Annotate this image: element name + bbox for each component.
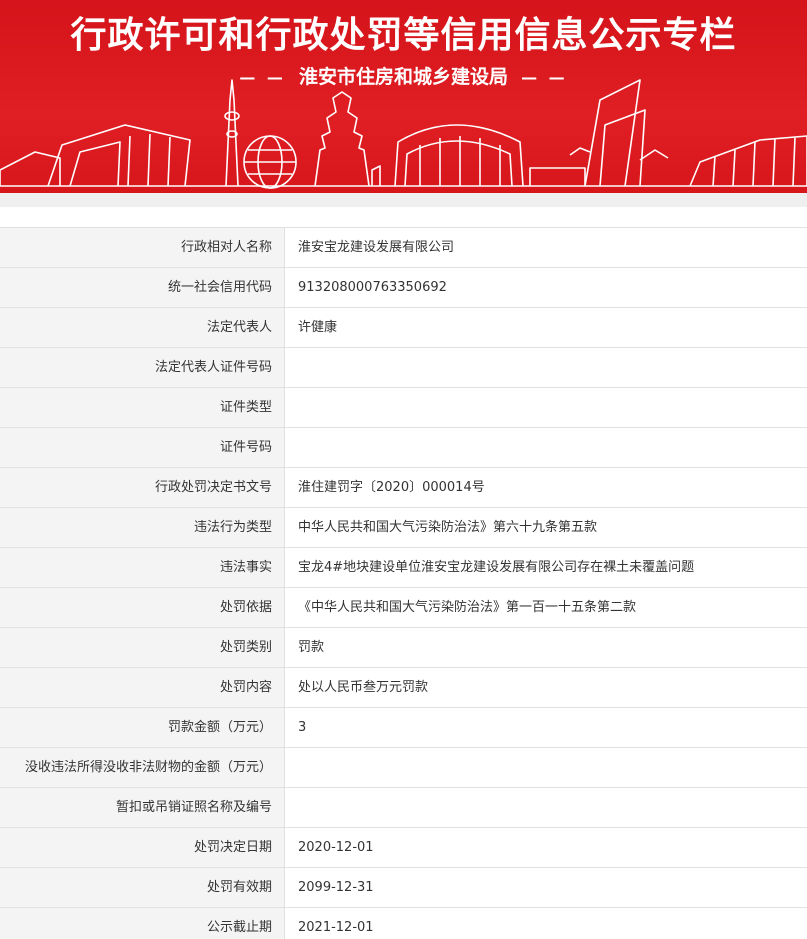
table-row: 法定代表人 许健康 <box>0 308 807 348</box>
stadium <box>394 124 524 187</box>
row-label: 公示截止期 <box>0 908 285 939</box>
row-label: 违法事实 <box>0 548 285 587</box>
row-label: 证件号码 <box>0 428 285 467</box>
row-label: 行政处罚决定书文号 <box>0 468 285 507</box>
row-value: 淮安宝龙建设发展有限公司 <box>298 240 455 255</box>
header-banner: 行政许可和行政处罚等信用信息公示专栏 — — 淮安市住房和城乡建设局 — — <box>0 0 807 193</box>
row-value: 许健康 <box>298 320 338 335</box>
row-label: 处罚依据 <box>0 588 285 627</box>
row-value: 2099-12-31 <box>298 880 374 895</box>
row-value: 2021-12-01 <box>298 920 374 935</box>
row-value: 913208000763350692 <box>298 280 447 295</box>
row-value: 3 <box>298 720 307 735</box>
row-label: 违法行为类型 <box>0 508 285 547</box>
sail-structure <box>584 79 641 187</box>
row-value: 宝龙4#地块建设单位淮安宝龙建设发展有限公司存在裸土未覆盖问题 <box>298 560 695 575</box>
row-value <box>285 428 807 467</box>
penalty-info-table: 行政相对人名称 淮安宝龙建设发展有限公司 统一社会信用代码 9132080007… <box>0 227 807 939</box>
table-row: 处罚有效期 2099-12-31 <box>0 868 807 908</box>
row-value: 《中华人民共和国大气污染防治法》第一百一十五条第二款 <box>298 600 637 615</box>
row-value: 中华人民共和国大气污染防治法》第六十九条第五款 <box>298 520 598 535</box>
row-label: 处罚类别 <box>0 628 285 667</box>
table-row: 公示截止期 2021-12-01 <box>0 908 807 939</box>
row-value: 2020-12-01 <box>298 840 374 855</box>
table-row: 处罚决定日期 2020-12-01 <box>0 828 807 868</box>
header-divider-strip <box>0 193 807 207</box>
table-row: 法定代表人证件号码 <box>0 348 807 388</box>
city-skyline-illustration <box>0 79 807 189</box>
left-building-1 <box>0 151 61 186</box>
row-label: 处罚内容 <box>0 668 285 707</box>
row-value: 淮住建罚字〔2020〕000014号 <box>298 480 485 495</box>
table-row: 行政处罚决定书文号 淮住建罚字〔2020〕000014号 <box>0 468 807 508</box>
row-value <box>285 388 807 427</box>
row-label: 证件类型 <box>0 388 285 427</box>
table-row: 罚款金额（万元） 3 <box>0 708 807 748</box>
row-label: 法定代表人证件号码 <box>0 348 285 387</box>
row-value <box>285 748 807 787</box>
banner-title: 行政许可和行政处罚等信用信息公示专栏 <box>70 15 737 56</box>
row-label: 暂扣或吊销证照名称及编号 <box>0 788 285 827</box>
table-row: 违法事实 宝龙4#地块建设单位淮安宝龙建设发展有限公司存在裸土未覆盖问题 <box>0 548 807 588</box>
row-label: 统一社会信用代码 <box>0 268 285 307</box>
table-row: 处罚类别 罚款 <box>0 628 807 668</box>
row-label: 法定代表人 <box>0 308 285 347</box>
table-row: 行政相对人名称 淮安宝龙建设发展有限公司 <box>0 228 807 268</box>
right-building <box>689 135 807 187</box>
row-label: 处罚有效期 <box>0 868 285 907</box>
table-row: 证件类型 <box>0 388 807 428</box>
row-label: 行政相对人名称 <box>0 228 285 267</box>
table-row: 没收违法所得没收非法财物的金额（万元） <box>0 748 807 788</box>
row-value: 处以人民币叁万元罚款 <box>298 680 429 695</box>
page: 行政许可和行政处罚等信用信息公示专栏 — — 淮安市住房和城乡建设局 — — 行… <box>0 0 807 939</box>
row-value <box>285 348 807 387</box>
table-row: 违法行为类型 中华人民共和国大气污染防治法》第六十九条第五款 <box>0 508 807 548</box>
row-value: 罚款 <box>298 640 325 655</box>
table-row: 统一社会信用代码 913208000763350692 <box>0 268 807 308</box>
table-row: 处罚内容 处以人民币叁万元罚款 <box>0 668 807 708</box>
left-building-3 <box>69 141 121 187</box>
table-row: 处罚依据 《中华人民共和国大气污染防治法》第一百一十五条第二款 <box>0 588 807 628</box>
table-row: 证件号码 <box>0 428 807 468</box>
row-value <box>285 788 807 827</box>
pagoda <box>314 91 370 187</box>
row-label: 没收违法所得没收非法财物的金额（万元） <box>0 748 285 787</box>
row-label: 罚款金额（万元） <box>0 708 285 747</box>
row-label: 处罚决定日期 <box>0 828 285 867</box>
table-row: 暂扣或吊销证照名称及编号 <box>0 788 807 828</box>
